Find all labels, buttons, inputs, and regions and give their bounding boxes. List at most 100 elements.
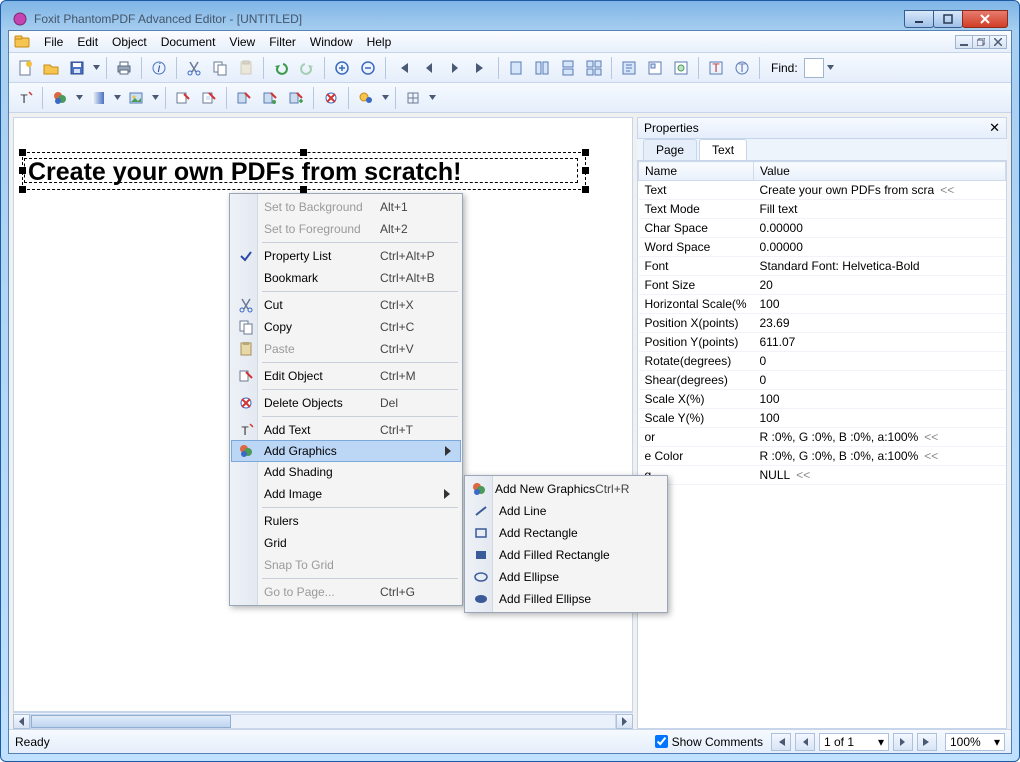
image-tool-button[interactable] bbox=[124, 86, 148, 110]
menu-item-add-filled-ellipse[interactable]: Add Filled Ellipse bbox=[467, 588, 665, 610]
zoom-in-button[interactable] bbox=[330, 56, 354, 80]
select-tool-button[interactable] bbox=[354, 86, 378, 110]
graphics-tool-button[interactable] bbox=[48, 86, 72, 110]
menu-item-property-list[interactable]: Property ListCtrl+Alt+P bbox=[232, 245, 460, 267]
layout-1-button[interactable] bbox=[504, 56, 528, 80]
property-row[interactable]: Position X(points)23.69 bbox=[639, 314, 1006, 333]
property-row[interactable]: Char Space0.00000 bbox=[639, 219, 1006, 238]
next-page-button[interactable] bbox=[443, 56, 467, 80]
mdi-restore-button[interactable] bbox=[972, 35, 990, 49]
scroll-left-button[interactable] bbox=[13, 714, 30, 729]
properties-close-button[interactable]: ✕ bbox=[989, 120, 1000, 136]
status-next-button[interactable] bbox=[893, 733, 913, 751]
status-last-button[interactable] bbox=[917, 733, 937, 751]
tool-d-button[interactable]: T bbox=[704, 56, 728, 80]
image-dropdown[interactable] bbox=[150, 95, 160, 100]
tool-g-button[interactable] bbox=[197, 86, 221, 110]
menu-object[interactable]: Object bbox=[105, 33, 154, 51]
tool-c-button[interactable] bbox=[669, 56, 693, 80]
zoom-indicator[interactable]: 100%▾ bbox=[945, 733, 1005, 751]
tool-h-button[interactable] bbox=[232, 86, 256, 110]
menu-item-copy[interactable]: CopyCtrl+C bbox=[232, 316, 460, 338]
find-input[interactable] bbox=[804, 58, 824, 78]
menu-item-add-text[interactable]: TAdd TextCtrl+T bbox=[232, 419, 460, 441]
property-row[interactable]: Font Size20 bbox=[639, 276, 1006, 295]
col-name[interactable]: Name bbox=[639, 162, 754, 181]
status-prev-button[interactable] bbox=[795, 733, 815, 751]
property-value[interactable]: 0 bbox=[754, 352, 1006, 371]
property-value[interactable]: 20 bbox=[754, 276, 1006, 295]
tool-e-button[interactable]: T bbox=[730, 56, 754, 80]
last-page-button[interactable] bbox=[469, 56, 493, 80]
property-value[interactable]: NULL<< bbox=[754, 466, 1006, 485]
property-row[interactable]: Word Space0.00000 bbox=[639, 238, 1006, 257]
find-dropdown[interactable] bbox=[826, 65, 836, 70]
new-button[interactable] bbox=[13, 56, 37, 80]
tool-j-button[interactable] bbox=[284, 86, 308, 110]
page-indicator[interactable]: 1 of 1▾ bbox=[819, 733, 889, 751]
menu-document[interactable]: Document bbox=[154, 33, 223, 51]
property-row[interactable]: Scale X(%)100 bbox=[639, 390, 1006, 409]
property-row[interactable]: Position Y(points)611.07 bbox=[639, 333, 1006, 352]
app-menu-icon[interactable] bbox=[13, 33, 31, 51]
selected-text-object[interactable]: Create your own PDFs from scratch! bbox=[28, 158, 461, 187]
status-first-button[interactable] bbox=[771, 733, 791, 751]
tab-page[interactable]: Page bbox=[643, 139, 697, 160]
menu-item-delete-objects[interactable]: Delete ObjectsDel bbox=[232, 392, 460, 414]
undo-button[interactable] bbox=[269, 56, 293, 80]
property-value[interactable]: Create your own PDFs from scra<< bbox=[754, 181, 1006, 200]
menu-item-bookmark[interactable]: BookmarkCtrl+Alt+B bbox=[232, 267, 460, 289]
show-comments-checkbox[interactable] bbox=[655, 735, 668, 748]
select-dropdown[interactable] bbox=[380, 95, 390, 100]
horizontal-scrollbar[interactable] bbox=[13, 712, 633, 729]
property-value[interactable]: R :0%, G :0%, B :0%, a:100%<< bbox=[754, 428, 1006, 447]
tab-text[interactable]: Text bbox=[699, 139, 747, 160]
print-button[interactable] bbox=[112, 56, 136, 80]
property-value[interactable]: 23.69 bbox=[754, 314, 1006, 333]
layout-4-button[interactable] bbox=[582, 56, 606, 80]
property-value[interactable]: R :0%, G :0%, B :0%, a:100%<< bbox=[754, 447, 1006, 466]
prev-page-button[interactable] bbox=[417, 56, 441, 80]
window-minimize-button[interactable] bbox=[904, 10, 934, 28]
menu-item-add-filled-rectangle[interactable]: Add Filled Rectangle bbox=[467, 544, 665, 566]
save-button[interactable] bbox=[65, 56, 89, 80]
property-row[interactable]: Rotate(degrees)0 bbox=[639, 352, 1006, 371]
graphics-dropdown[interactable] bbox=[74, 95, 84, 100]
copy-button[interactable] bbox=[208, 56, 232, 80]
property-row[interactable]: e ColorR :0%, G :0%, B :0%, a:100%<< bbox=[639, 447, 1006, 466]
info-button[interactable]: i bbox=[147, 56, 171, 80]
tool-k-button[interactable] bbox=[401, 86, 425, 110]
menu-item-add-line[interactable]: Add Line bbox=[467, 500, 665, 522]
menu-item-cut[interactable]: CutCtrl+X bbox=[232, 294, 460, 316]
menu-item-edit-object[interactable]: Edit ObjectCtrl+M bbox=[232, 365, 460, 387]
cut-button[interactable] bbox=[182, 56, 206, 80]
menu-item-add-ellipse[interactable]: Add Ellipse bbox=[467, 566, 665, 588]
add-text-button[interactable]: T bbox=[13, 86, 37, 110]
menu-item-grid[interactable]: Grid bbox=[232, 532, 460, 554]
open-button[interactable] bbox=[39, 56, 63, 80]
scroll-track[interactable] bbox=[30, 714, 616, 729]
property-row[interactable]: orR :0%, G :0%, B :0%, a:100%<< bbox=[639, 428, 1006, 447]
menu-item-add-shading[interactable]: Add Shading bbox=[232, 461, 460, 483]
scroll-right-button[interactable] bbox=[616, 714, 633, 729]
tool-i-button[interactable] bbox=[258, 86, 282, 110]
property-value[interactable]: 100 bbox=[754, 409, 1006, 428]
edit-object-button[interactable] bbox=[171, 86, 195, 110]
menu-item-rulers[interactable]: Rulers bbox=[232, 510, 460, 532]
menu-edit[interactable]: Edit bbox=[70, 33, 105, 51]
property-value[interactable]: 100 bbox=[754, 390, 1006, 409]
menu-item-add-graphics[interactable]: Add Graphics bbox=[231, 440, 461, 462]
delete-object-button[interactable] bbox=[319, 86, 343, 110]
save-dropdown[interactable] bbox=[91, 65, 101, 70]
first-page-button[interactable] bbox=[391, 56, 415, 80]
property-row[interactable]: Scale Y(%)100 bbox=[639, 409, 1006, 428]
tool-k-dropdown[interactable] bbox=[427, 95, 437, 100]
layout-3-button[interactable] bbox=[556, 56, 580, 80]
tool-b-button[interactable] bbox=[643, 56, 667, 80]
menu-item-add-new-graphics[interactable]: Add New GraphicsCtrl+R bbox=[467, 478, 665, 500]
menu-item-add-rectangle[interactable]: Add Rectangle bbox=[467, 522, 665, 544]
mdi-minimize-button[interactable] bbox=[955, 35, 973, 49]
menu-help[interactable]: Help bbox=[360, 33, 399, 51]
shading-tool-button[interactable] bbox=[86, 86, 110, 110]
property-value[interactable]: Fill text bbox=[754, 200, 1006, 219]
